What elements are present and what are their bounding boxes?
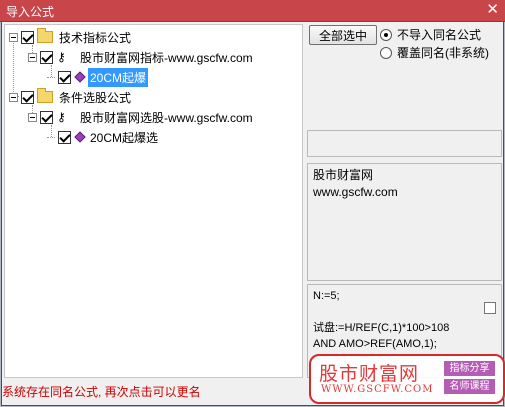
code-line: 试盘:=H/REF(C,1)*100>108 (313, 322, 450, 334)
info-field (307, 130, 502, 157)
tree-node-label: 条件选股公式 (59, 90, 132, 105)
watermark-brand: 股市财富网 (319, 363, 420, 385)
description-box: 股市财富网 www.gscfw.com (307, 163, 502, 281)
watermark-tag: 指标分享 (444, 361, 495, 376)
watermark-tag: 名师课程 (444, 379, 495, 394)
checkbox[interactable] (21, 30, 34, 44)
option-overwrite-duplicates[interactable]: 覆盖同名(非系统) (380, 44, 489, 61)
tree-node-label: 技术指标公式 (59, 30, 132, 45)
description-line: 股市财富网 (313, 168, 374, 182)
radio-button[interactable] (380, 46, 392, 59)
tree-node-label: 20CM起爆 (88, 67, 149, 87)
tree-node-label: 股市财富网指标-www.gscfw.com (80, 50, 253, 65)
folder-icon (37, 28, 53, 43)
tree-connector (47, 136, 55, 138)
tree-node-formula[interactable]: 20CM起爆选 (47, 128, 160, 146)
tree-node-label: 股市财富网选股-www.gscfw.com (80, 110, 253, 125)
checkbox[interactable] (21, 90, 34, 104)
dialog-body: 技术指标公式 ⚷ 股市财富网指标-www.gscfw.com 20CM起爆 条件… (1, 22, 505, 406)
checkbox[interactable] (40, 50, 53, 64)
checkbox[interactable] (58, 70, 71, 84)
key-icon: ⚷ (57, 50, 66, 64)
window-title: 导入公式 (6, 5, 55, 19)
formula-icon (74, 71, 86, 83)
collapse-icon[interactable] (28, 112, 37, 122)
code-line: AND AMO>REF(AMO,1); (313, 338, 437, 350)
tree-node-source[interactable]: ⚷ 股市财富网指标-www.gscfw.com (28, 48, 255, 66)
code-line: N:=5; (313, 290, 340, 302)
option-skip-duplicates[interactable]: 不导入同名公式 (380, 26, 481, 43)
tree-node-source[interactable]: ⚷ 股市财富网选股-www.gscfw.com (28, 108, 255, 126)
select-all-button[interactable]: 全部选中 (309, 25, 377, 45)
watermark-url: WWW.GSCFW.COM (321, 384, 434, 395)
formula-tree[interactable]: 技术指标公式 ⚷ 股市财富网指标-www.gscfw.com 20CM起爆 条件… (4, 24, 303, 378)
collapse-icon[interactable] (28, 52, 37, 62)
key-icon: ⚷ (57, 110, 66, 124)
tree-node-folder[interactable]: 条件选股公式 (9, 88, 133, 106)
tree-node-folder[interactable]: 技术指标公式 (9, 28, 133, 46)
radio-label: 覆盖同名(非系统) (397, 46, 489, 60)
radio-button[interactable] (380, 28, 392, 41)
formula-icon (74, 131, 86, 143)
title-bar: 导入公式 ✕ (0, 0, 505, 22)
checkbox[interactable] (40, 110, 53, 124)
checkbox[interactable] (58, 130, 71, 144)
close-icon[interactable]: ✕ (486, 1, 499, 19)
tree-node-label: 20CM起爆选 (90, 130, 159, 145)
status-message: 系统存在同名公式, 再次点击可以更名 (2, 385, 201, 399)
watermark-logo: 股市财富网 WWW.GSCFW.COM 指标分享 名师课程 (309, 354, 505, 404)
radio-label: 不导入同名公式 (397, 28, 482, 42)
collapse-icon[interactable] (9, 32, 18, 42)
tree-connector (47, 76, 55, 78)
collapse-icon[interactable] (9, 92, 18, 102)
description-line: www.gscfw.com (313, 185, 398, 199)
code-checkbox[interactable] (484, 302, 496, 314)
tree-node-formula[interactable]: 20CM起爆 (47, 67, 149, 87)
folder-icon (37, 88, 53, 103)
